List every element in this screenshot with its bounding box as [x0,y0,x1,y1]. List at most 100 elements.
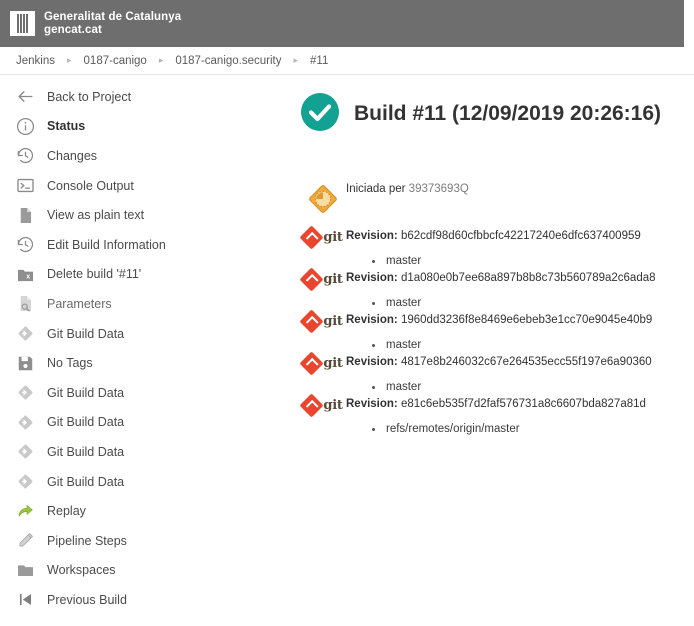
revision-sha: 1960dd3236f8e8469e6ebeb3e1cc70e9045e40b9 [400,314,653,326]
sidebar-item-back-to-project[interactable]: Back to Project [0,82,292,112]
sidebar-item-parameters[interactable]: Parameters [0,289,292,319]
git-diamond-icon [14,411,36,433]
sidebar-item-label: Git Build Data [47,474,125,489]
catalan-flag-icon [10,11,35,36]
sidebar-item-label: Previous Build [47,592,127,607]
sidebar-item-console-output[interactable]: Console Output [0,171,292,201]
sidebar-item-label: Delete build '#11' [47,267,142,282]
sidebar-item-label: Changes [47,148,98,163]
git-branch-list: master [346,337,652,353]
replay-arrow-icon [14,500,36,522]
revision-sha: d1a080e0b7ee68a897b8b8c73b560789a2c6ada8 [400,272,656,284]
sidebar-item-delete-build-11[interactable]: x Delete build '#11' [0,260,292,290]
revision-label: Revision: [346,398,398,410]
sidebar-item-workspaces[interactable]: Workspaces [0,556,292,586]
history-icon [14,145,36,167]
chevron-right-icon: ▸ [158,55,164,65]
document-icon [14,204,36,226]
git-branch-list: refs/remotes/origin/master [346,421,646,437]
sidebar-item-no-tags[interactable]: No Tags [0,348,292,378]
revision-label: Revision: [346,314,398,326]
user-started-icon [300,180,346,216]
sidebar-item-git-build-data[interactable]: Git Build Data [0,467,292,497]
terminal-icon [14,175,36,197]
sidebar-item-label: Git Build Data [47,385,125,400]
sidebar-item-previous-build[interactable]: Previous Build [0,585,292,615]
sidebar-item-git-build-data[interactable]: Git Build Data [0,437,292,467]
sidebar-item-git-build-data[interactable]: Git Build Data [0,378,292,408]
git-branch-item: master [372,379,652,395]
git-branch-item: master [372,337,652,353]
git-logo-icon: git [299,393,346,418]
sidebar-item-edit-build-information[interactable]: Edit Build Information [0,230,292,260]
brand-line-1: Generalitat de Catalunya [44,10,182,23]
sidebar-item-label: Workspaces [47,563,116,578]
git-branch-list: master [346,253,641,269]
brand-logo[interactable]: Generalitat de Catalunya gencat.cat [10,11,181,37]
cause-user-link[interactable]: 39373693Q [409,183,469,195]
sidebar-item-label: Replay [47,504,86,519]
jenkins-build-page: Generalitat de Catalunya gencat.cat Jenk… [0,0,694,626]
git-logo-icon: git [299,309,346,334]
git-revision-row: git Revision: 4817e8b246032c67e264535ecc… [299,351,694,395]
git-diamond-icon [14,382,36,404]
build-causes: Iniciada per 39373693Q git Revision: b62… [299,180,694,437]
folder-icon [14,559,36,581]
git-logo-icon: git [299,267,346,292]
git-revision-text: Revision: 1960dd3236f8e8469e6ebeb3e1cc70… [346,313,652,328]
sidebar-item-label: Console Output [47,178,134,193]
cause-prefix: Iniciada per [346,183,406,195]
previous-build-icon [14,589,36,611]
git-diamond-icon [14,471,36,493]
git-branch-list: master [346,295,656,311]
document-search-icon [14,293,36,315]
breadcrumb: Jenkins ▸ 0187-canigo ▸ 0187-canigo.secu… [0,47,694,75]
breadcrumb-item-build[interactable]: #11 [310,55,328,67]
git-branch-list: master [346,379,652,395]
git-revision-text: Revision: e81c6eb535f7d2faf576731a8c6607… [346,397,646,412]
sidebar-item-status[interactable]: Status [0,112,292,142]
breadcrumb-item-job[interactable]: 0187-canigo.security [175,55,281,67]
git-revision-row: git Revision: 1960dd3236f8e8469e6ebeb3e1… [299,309,694,353]
sidebar-item-label: Git Build Data [47,444,125,459]
gencat-banner: Generalitat de Catalunya gencat.cat [0,0,684,47]
chevron-right-icon: ▸ [293,55,299,65]
save-icon [14,352,36,374]
revision-label: Revision: [346,272,398,284]
git-branch-item: master [372,295,656,311]
breadcrumb-item-project[interactable]: 0187-canigo [84,55,147,67]
sidebar-item-pipeline-steps[interactable]: Pipeline Steps [0,526,292,556]
build-cause-row: Iniciada per 39373693Q [300,180,694,216]
breadcrumb-item-jenkins[interactable]: Jenkins [16,55,55,67]
sidebar-item-changes[interactable]: Changes [0,141,292,171]
git-branch-item: master [372,253,641,269]
git-revision-row: git Revision: d1a080e0b7ee68a897b8b8c73b… [299,267,694,311]
git-revision-text: Revision: d1a080e0b7ee68a897b8b8c73b5607… [346,271,656,286]
sidebar: Back to Project Status Changes Console Outp… [0,82,292,615]
revision-sha: e81c6eb535f7d2faf576731a8c6607bda827a81d [400,398,646,410]
sidebar-item-label: Status [47,119,86,134]
sidebar-item-git-build-data[interactable]: Git Build Data [0,408,292,438]
chevron-right-icon: ▸ [67,55,72,65]
sidebar-item-git-build-data[interactable]: Git Build Data [0,319,292,349]
git-logo-icon: git [299,225,346,250]
build-header: Build #11 (12/09/2019 20:26:16) [300,90,694,138]
history-icon [14,234,36,256]
revision-sha: 4817e8b246032c67e264535ecc55f197e6a90360 [400,356,652,368]
git-revision-text: Revision: 4817e8b246032c67e264535ecc55f1… [346,355,652,370]
sidebar-item-label: Git Build Data [47,326,125,341]
sidebar-item-label: No Tags [47,356,93,371]
git-diamond-icon [14,323,36,345]
sidebar-item-replay[interactable]: Replay [0,496,292,526]
git-diamond-icon [14,441,36,463]
sidebar-item-view-as-plain-text[interactable]: View as plain text [0,200,292,230]
pencil-icon [14,530,36,552]
sidebar-item-label: View as plain text [47,208,145,223]
success-check-icon [300,92,340,137]
sidebar-item-label: Back to Project [47,89,132,104]
revision-label: Revision: [346,230,398,242]
svg-text:x: x [26,273,30,281]
git-revision-row: git Revision: b62cdf98d60cfbbcfc42217240… [299,225,694,269]
git-revision-row: git Revision: e81c6eb535f7d2faf576731a8c… [299,393,694,437]
